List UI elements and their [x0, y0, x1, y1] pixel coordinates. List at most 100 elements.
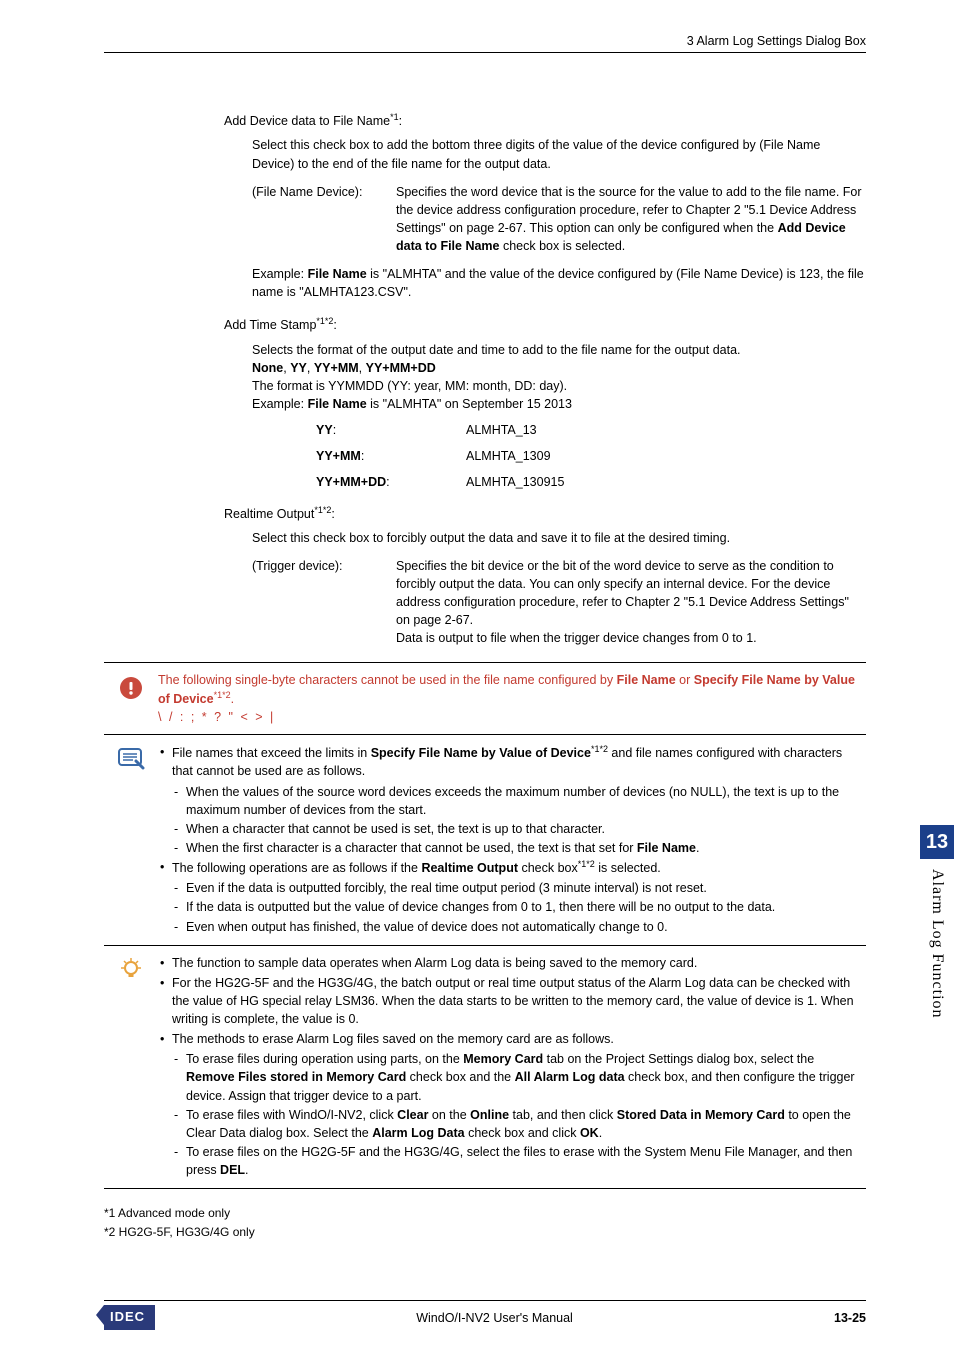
t: When the first character is a character …	[186, 841, 637, 855]
realtime-output-title: Realtime Output*1*2:	[224, 504, 866, 523]
t: The following single-byte characters can…	[158, 673, 617, 687]
lightbulb-icon	[104, 954, 158, 984]
title-colon: :	[399, 114, 402, 128]
t: :	[333, 319, 336, 333]
t: *1*2	[316, 316, 333, 326]
t: .	[245, 1163, 248, 1177]
note-icon	[104, 743, 158, 771]
t: YY+MM+DD	[366, 361, 436, 375]
t: on the	[428, 1108, 470, 1122]
warning-note: The following single-byte characters can…	[104, 662, 866, 736]
t: DEL	[220, 1163, 245, 1177]
t: is selected.	[595, 861, 661, 875]
t: YY+MM	[314, 361, 359, 375]
t: Example:	[252, 397, 308, 411]
t: check box and the	[406, 1070, 514, 1084]
chapter-title: Alarm Log Function	[926, 859, 949, 1019]
t: Even when output has finished, the value…	[158, 918, 866, 936]
t: *1*2	[314, 505, 331, 515]
t: File Name	[617, 673, 676, 687]
t: :	[386, 475, 389, 489]
t: tab on the Project Settings dialog box, …	[543, 1052, 814, 1066]
t: Specify File Name by Value of Device	[371, 746, 591, 760]
t: Clear	[397, 1108, 428, 1122]
s2-desc: Selects the format of the output date an…	[252, 341, 866, 359]
idec-logo: IDEC	[104, 1305, 155, 1330]
t: The function to sample data operates whe…	[158, 954, 866, 972]
t: ,	[307, 361, 314, 375]
t: The following operations are as follows …	[172, 861, 421, 875]
t: tab, and then click	[509, 1108, 617, 1122]
ts-row-yymmdd: YY+MM+DD: ALMHTA_130915	[252, 473, 866, 491]
forbidden-chars: \ / : ; * ? " < > |	[158, 708, 866, 726]
t: Stored Data in Memory Card	[617, 1108, 785, 1122]
t: ,	[359, 361, 366, 375]
t: is "ALMHTA" on September 15 2013	[367, 397, 572, 411]
file-name-device-body: Specifies the word device that is the so…	[396, 183, 866, 256]
t: Alarm Log Data	[372, 1126, 464, 1140]
s1-desc: Select this check box to add the bottom …	[252, 136, 866, 172]
footnotes: *1 Advanced mode only *2 HG2G-5F, HG3G/4…	[104, 1205, 866, 1241]
footnote-1: *1 Advanced mode only	[104, 1205, 866, 1222]
s2-format: The format is YYMMDD (YY: year, MM: mont…	[252, 377, 866, 395]
t: check box	[518, 861, 578, 875]
warning-icon	[104, 671, 158, 703]
t: .	[231, 692, 234, 706]
t: YY+MM+DD	[316, 475, 386, 489]
t: Example:	[252, 267, 308, 281]
t: :	[333, 423, 336, 437]
t: OK	[580, 1126, 599, 1140]
t: Specifies the bit device or the bit of t…	[396, 557, 866, 630]
t: :	[331, 507, 334, 521]
t: To erase files with WindO/I-NV2, click	[186, 1108, 397, 1122]
t: File names that exceed the limits in	[172, 746, 371, 760]
t: *1*2	[578, 859, 595, 869]
trigger-device-label: (Trigger device):	[252, 557, 396, 648]
t: YY	[290, 361, 307, 375]
t: check box is selected.	[500, 239, 626, 253]
t: check box and click	[465, 1126, 580, 1140]
tip-note: The function to sample data operates whe…	[104, 946, 866, 1190]
t: File Name	[308, 267, 367, 281]
ts-row-yy: YY: ALMHTA_13	[252, 421, 866, 439]
t: ALMHTA_13	[466, 421, 537, 439]
t: ALMHTA_1309	[466, 447, 551, 465]
t: If the data is outputted but the value o…	[158, 898, 866, 916]
title-text: Add Device data to File Name	[224, 114, 390, 128]
t: YY+MM	[316, 449, 361, 463]
title-sup: *1	[390, 112, 399, 122]
t: Online	[470, 1108, 509, 1122]
t: To erase files during operation using pa…	[186, 1052, 463, 1066]
t: File Name	[637, 841, 696, 855]
t: None	[252, 361, 283, 375]
t: *1*2	[214, 690, 231, 700]
t: .	[696, 841, 699, 855]
t: ALMHTA_130915	[466, 473, 564, 491]
t: The methods to erase Alarm Log files sav…	[158, 1030, 866, 1048]
t: or	[676, 673, 694, 687]
add-device-data-title: Add Device data to File Name*1:	[224, 111, 866, 130]
ts-row-yymm: YY+MM: ALMHTA_1309	[252, 447, 866, 465]
info-note: File names that exceed the limits in Spe…	[104, 735, 866, 946]
page-number: 13-25	[834, 1309, 866, 1327]
s2-example: Example: File Name is "ALMHTA" on Septem…	[252, 395, 866, 413]
chapter-side-tab: 13 Alarm Log Function	[920, 825, 954, 1135]
t: All Alarm Log data	[515, 1070, 625, 1084]
footer-manual-title: WindO/I-NV2 User's Manual	[155, 1309, 834, 1327]
t: When a character that cannot be used is …	[158, 820, 866, 838]
t: For the HG2G-5F and the HG3G/4G, the bat…	[158, 974, 866, 1028]
s1-example: Example: File Name is "ALMHTA" and the v…	[252, 265, 866, 301]
t: Add Time Stamp	[224, 319, 316, 333]
t: To erase files on the HG2G-5F and the HG…	[186, 1145, 852, 1177]
t: When the values of the source word devic…	[158, 783, 866, 819]
page-header: 3 Alarm Log Settings Dialog Box	[104, 32, 866, 53]
t: File Name	[308, 397, 367, 411]
trigger-device-body: Specifies the bit device or the bit of t…	[396, 557, 866, 648]
chapter-number: 13	[920, 825, 954, 859]
t: YY	[316, 423, 333, 437]
t: .	[599, 1126, 602, 1140]
t: :	[361, 449, 364, 463]
add-time-stamp-title: Add Time Stamp*1*2:	[224, 315, 866, 334]
t: Remove Files stored in Memory Card	[186, 1070, 406, 1084]
t: Memory Card	[463, 1052, 543, 1066]
